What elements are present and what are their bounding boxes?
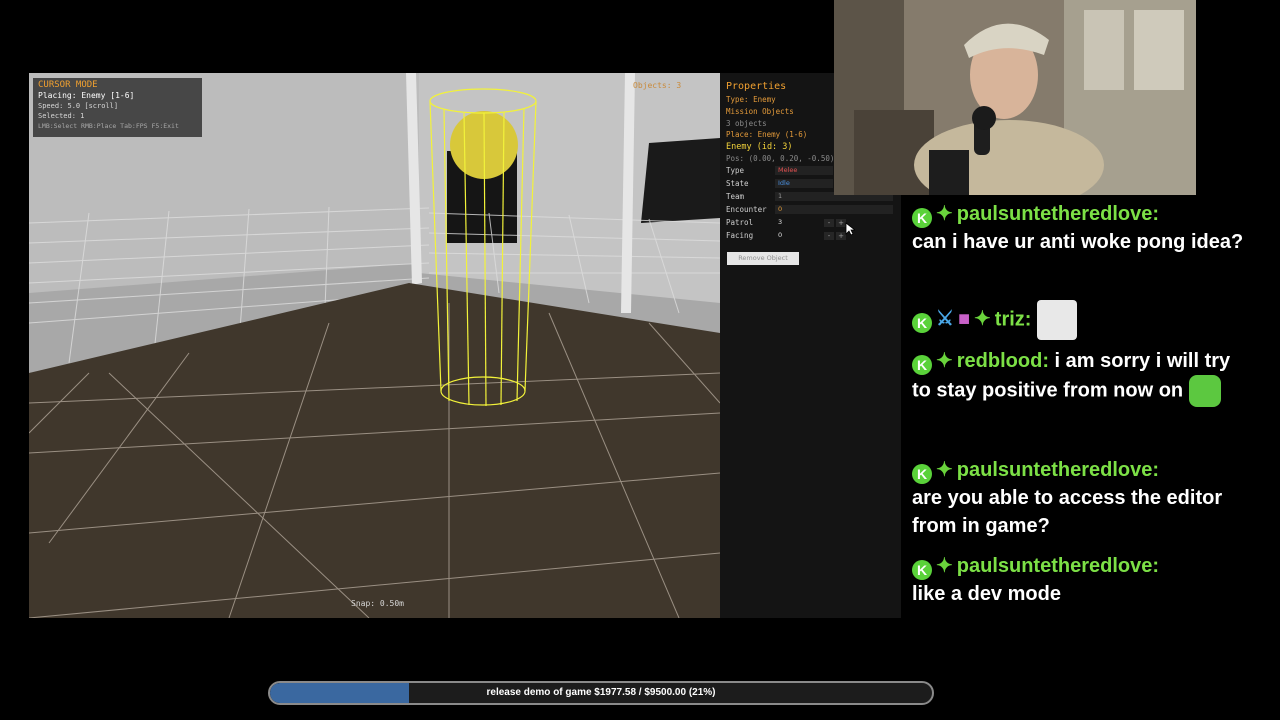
chat-message: K ✦ redblood: i am sorry i will try to sta…: [912, 347, 1252, 407]
chat-text: are you able to access the editor from i…: [912, 487, 1223, 537]
placing-label: Placing: Enemy [1-6]: [38, 91, 135, 100]
gift-icon: ■: [957, 308, 971, 331]
kick-badge-icon: K: [912, 560, 932, 580]
field-label-type: Type: [726, 166, 745, 175]
chat-message: K ✦ paulsuntetheredlove: are you able to a…: [912, 456, 1252, 540]
chat-message: K ✦ paulsuntetheredlove: like a dev mode: [912, 552, 1252, 608]
type-select[interactable]: Melee: [775, 166, 833, 175]
selected-label: Selected: 1: [38, 112, 85, 120]
chat-message: K ⚔ ■ ✦ triz:: [912, 300, 1252, 340]
chat-username[interactable]: redblood:: [957, 350, 1049, 372]
editor-viewport[interactable]: CURSOR MODE Placing: Enemy [1-6] Speed: …: [29, 73, 720, 618]
donation-goal-progress: release demo of game $1977.58 / $9500.00…: [268, 681, 934, 705]
scene-render: [29, 73, 720, 618]
cursor-mode-panel: CURSOR MODE Placing: Enemy [1-6] Speed: …: [33, 78, 202, 137]
kick-badge-icon: K: [912, 208, 932, 228]
cursor-mode-title: CURSOR MODE: [38, 80, 98, 90]
place-hint: Place: Enemy (1-6): [726, 130, 808, 139]
patrol-decrement-button[interactable]: -: [824, 219, 834, 227]
patrol-value: 3: [778, 218, 783, 226]
field-label-encounter: Encounter: [726, 205, 767, 214]
verified-plus-icon: ✦: [974, 308, 991, 331]
chat-username[interactable]: paulsuntetheredlove:: [957, 203, 1159, 225]
chat-text: can i have ur anti woke pong idea?: [912, 231, 1244, 253]
objects-count-label: Objects: 3: [633, 81, 682, 90]
chat-text: like a dev mode: [912, 583, 1061, 605]
field-label-state: State: [726, 179, 749, 188]
field-label-team: Team: [726, 192, 745, 201]
progress-label: release demo of game $1977.58 / $9500.00…: [486, 687, 716, 698]
kick-badge-icon: K: [912, 313, 932, 334]
kick-badge-icon: K: [912, 355, 932, 375]
chat-username[interactable]: triz:: [995, 308, 1032, 330]
remove-object-button[interactable]: Remove Object: [727, 252, 799, 265]
verified-plus-icon: ✦: [936, 459, 953, 481]
webcam-image: [834, 0, 1196, 195]
verified-plus-icon: ✦: [936, 350, 953, 372]
sword-icon: ⚔: [936, 308, 954, 331]
mission-objects-header: Mission Objects: [726, 107, 794, 116]
enemy-header: Enemy (id: 3): [726, 142, 793, 152]
position-label: Pos: (0.00, 0.20, -0.50): [726, 154, 835, 163]
chat-panel: K ✦ paulsuntetheredlove: can i have ur ant…: [912, 197, 1252, 617]
state-select[interactable]: Idle: [775, 179, 833, 188]
properties-title: Properties: [726, 81, 787, 92]
field-label-facing: Facing: [726, 231, 754, 240]
bunny-emote-icon: [1037, 300, 1078, 340]
controls-hint: LMB:Select RMB:Place Tab:FPS F5:Exit: [38, 122, 179, 130]
type-line: Type: Enemy: [726, 95, 776, 104]
chat-username[interactable]: paulsuntetheredlove:: [957, 459, 1159, 481]
verified-plus-icon: ✦: [936, 203, 953, 225]
chat-message: K ✦ paulsuntetheredlove: can i have ur ant…: [912, 200, 1252, 256]
mouse-cursor-icon: [845, 222, 855, 236]
snap-label: Snap: 0.50m: [351, 599, 404, 608]
chat-username[interactable]: paulsuntetheredlove:: [957, 555, 1159, 577]
encounter-input[interactable]: 0: [775, 205, 893, 214]
objects-sub-label: 3 objects: [726, 119, 767, 128]
verified-plus-icon: ✦: [936, 555, 953, 577]
field-label-patrol: Patrol: [726, 218, 754, 227]
speed-label: Speed: 5.0 [scroll]: [38, 102, 119, 110]
webcam-feed: [834, 0, 1196, 195]
facing-decrement-button[interactable]: -: [824, 232, 834, 240]
facing-value: 0: [778, 231, 783, 239]
heart-eyes-emote-icon: [1188, 375, 1221, 407]
kick-badge-icon: K: [912, 464, 932, 484]
